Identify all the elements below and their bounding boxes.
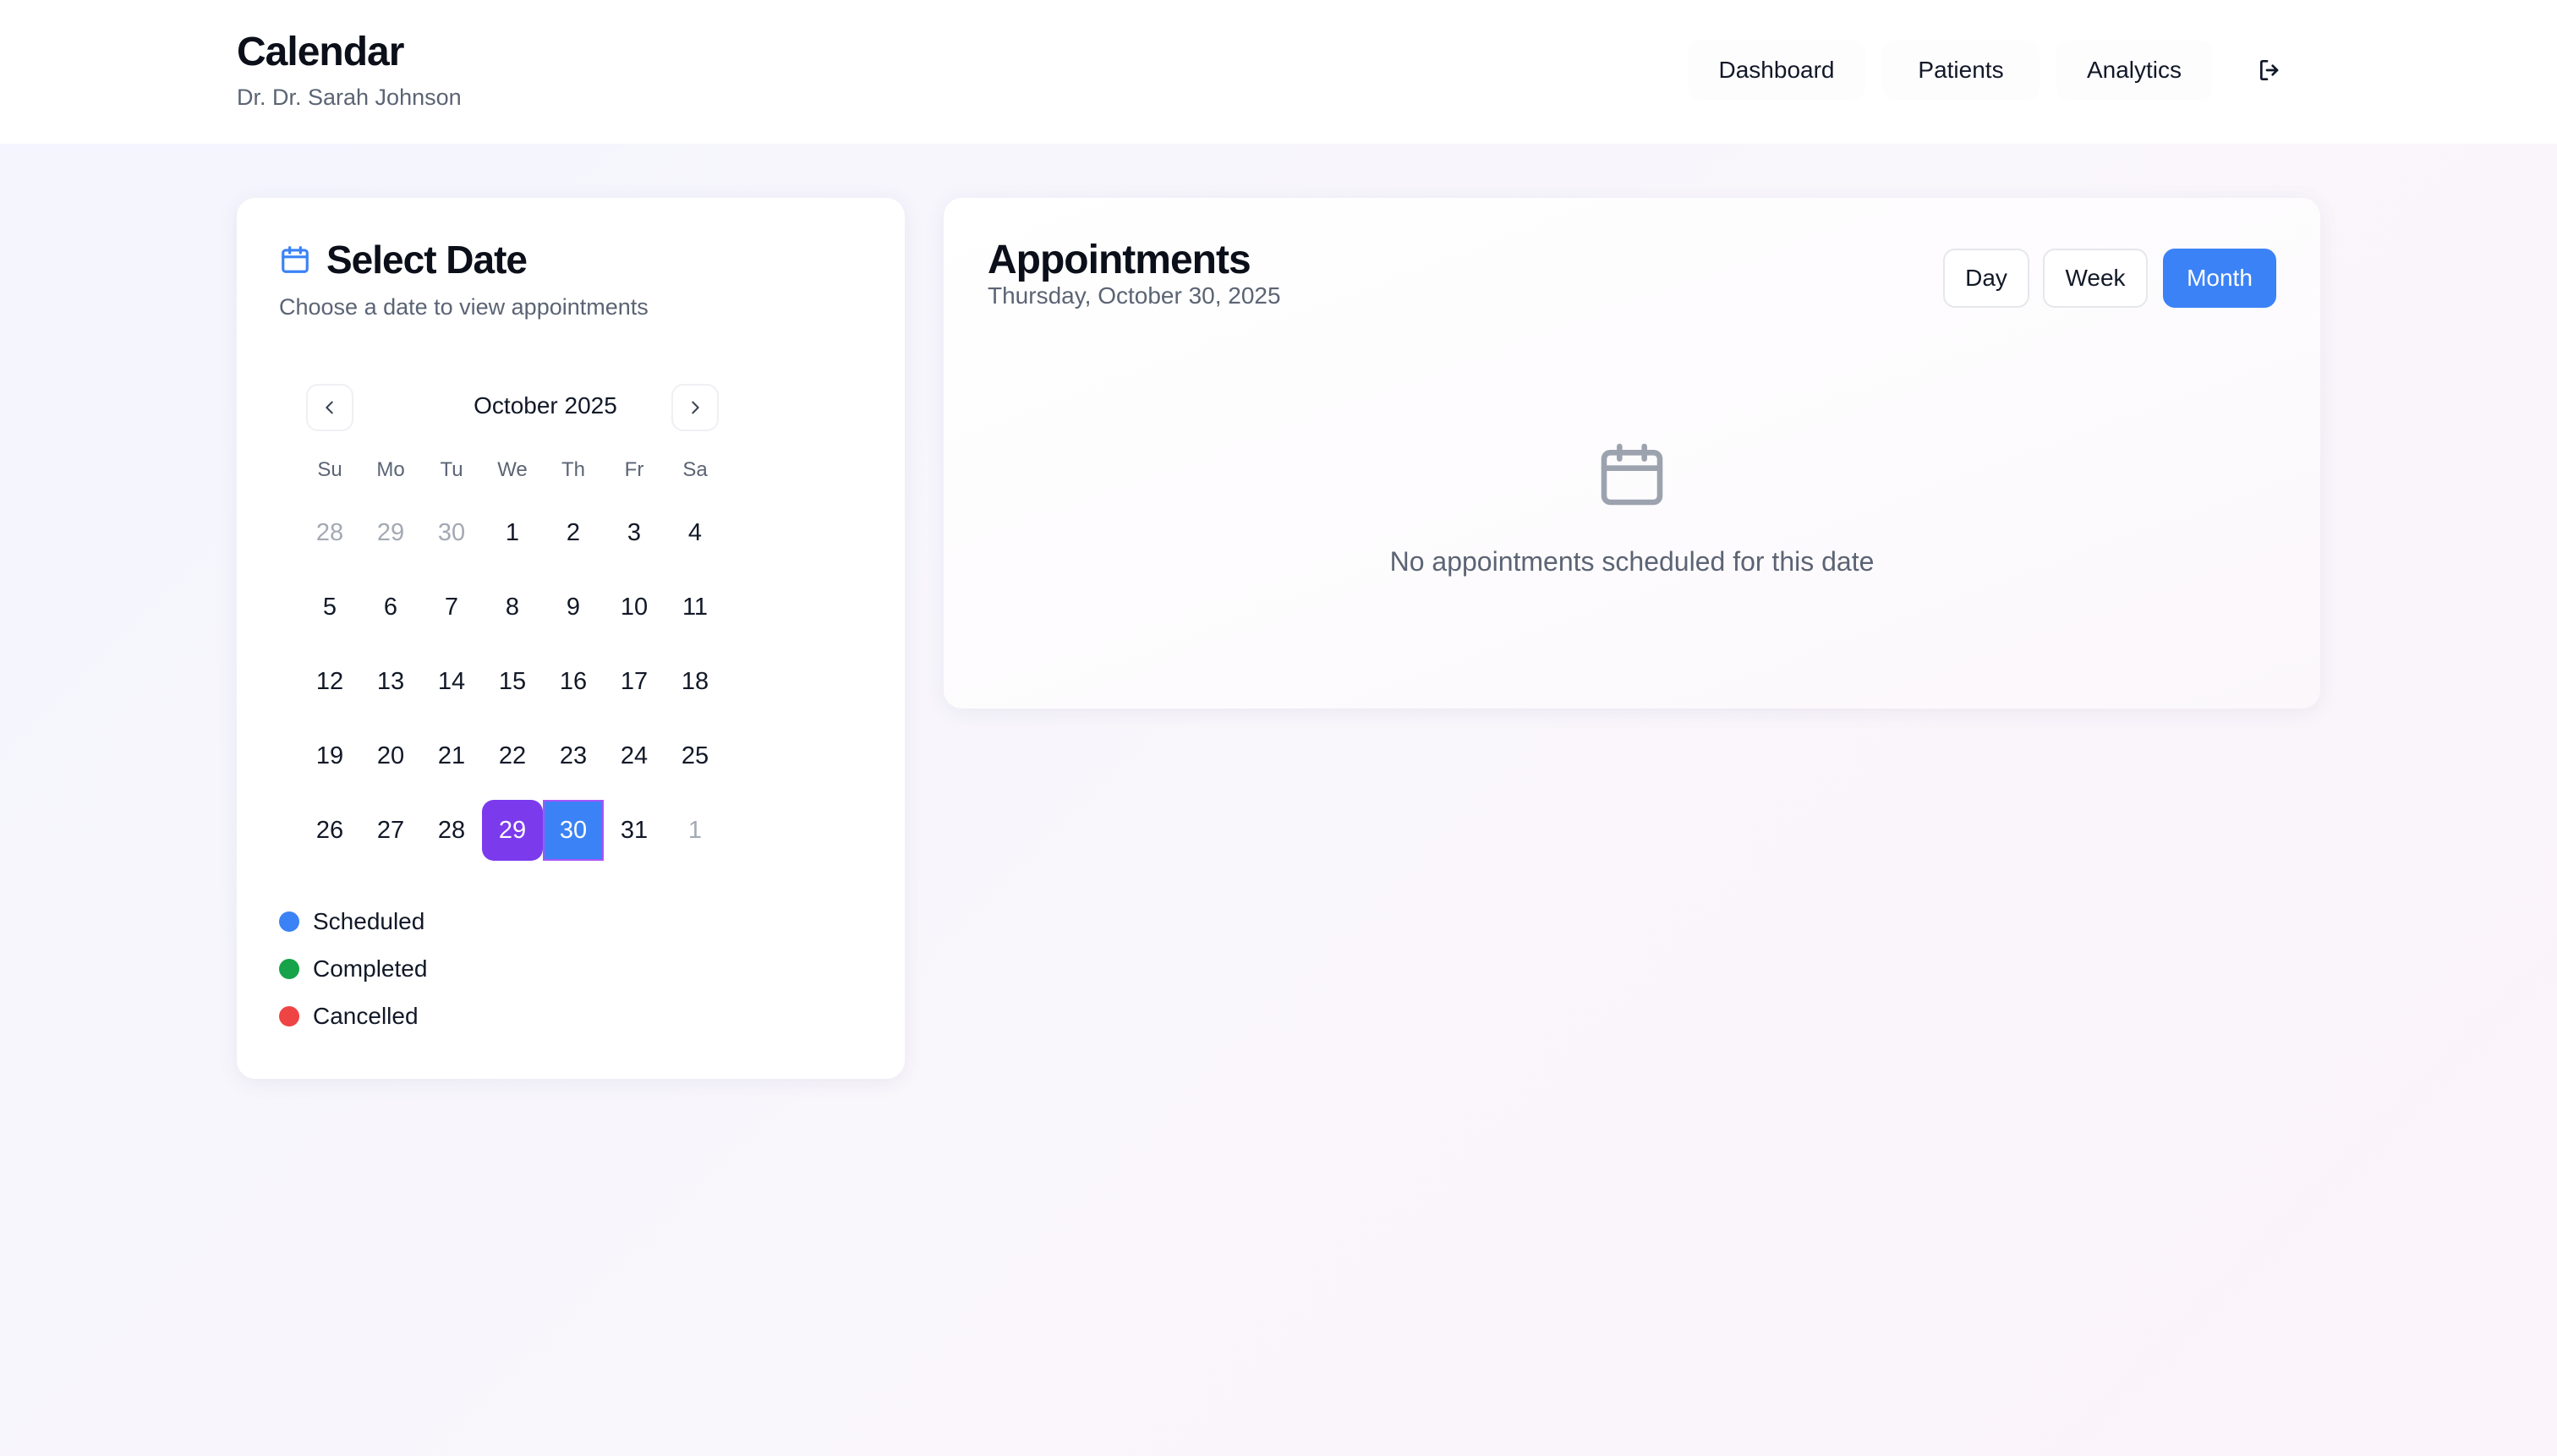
- calendar-day[interactable]: 25: [665, 725, 725, 786]
- status-dot: [279, 959, 299, 979]
- select-date-subtitle: Choose a date to view appointments: [279, 294, 649, 320]
- view-month-button[interactable]: Month: [2163, 249, 2276, 308]
- calendar-day[interactable]: 11: [665, 577, 725, 638]
- calendar-day[interactable]: 24: [604, 725, 665, 786]
- calendar-day[interactable]: 30: [543, 800, 604, 861]
- calendar-day[interactable]: 29: [360, 502, 421, 563]
- calendar-day[interactable]: 28: [299, 502, 360, 563]
- page-title: Calendar: [237, 30, 404, 74]
- calendar-day[interactable]: 15: [482, 651, 543, 712]
- select-date-title: Select Date: [326, 238, 528, 282]
- calendar-day[interactable]: 18: [665, 651, 725, 712]
- calendar-day[interactable]: 19: [299, 725, 360, 786]
- appointments-title: Appointments: [988, 238, 1251, 282]
- calendar-day[interactable]: 22: [482, 725, 543, 786]
- calendar-day[interactable]: 14: [421, 651, 482, 712]
- legend-label: Completed: [313, 955, 428, 982]
- month-label: October 2025: [474, 392, 617, 419]
- weekday-label: Su: [317, 458, 342, 481]
- calendar-day[interactable]: 4: [665, 502, 725, 563]
- calendar-icon: [282, 246, 309, 273]
- doctor-name: Dr. Dr. Sarah Johnson: [237, 85, 462, 110]
- calendar-day[interactable]: 1: [482, 502, 543, 563]
- weekday-label: We: [497, 458, 528, 481]
- legend-scheduled: Scheduled: [279, 908, 424, 935]
- legend-cancelled: Cancelled: [279, 1003, 419, 1030]
- chevron-left-icon: [326, 401, 333, 414]
- calendar-day[interactable]: 1: [665, 800, 725, 861]
- calendar-day[interactable]: 10: [604, 577, 665, 638]
- nav-dashboard-button[interactable]: Dashboard: [1688, 41, 1865, 100]
- calendar-day[interactable]: 3: [604, 502, 665, 563]
- calendar-day[interactable]: 13: [360, 651, 421, 712]
- nav-analytics-button[interactable]: Analytics: [2056, 41, 2212, 100]
- prev-month-button[interactable]: [306, 384, 353, 431]
- calendar-day[interactable]: 29: [482, 800, 543, 861]
- calendar-day[interactable]: 26: [299, 800, 360, 861]
- legend-completed: Completed: [279, 955, 427, 983]
- status-dot: [279, 911, 299, 932]
- calendar-day[interactable]: 27: [360, 800, 421, 861]
- calendar-day[interactable]: 9: [543, 577, 604, 638]
- calendar-day[interactable]: 21: [421, 725, 482, 786]
- legend-label: Scheduled: [313, 908, 425, 934]
- weekday-label: Th: [561, 458, 585, 481]
- calendar-day[interactable]: 16: [543, 651, 604, 712]
- logout-button[interactable]: [2249, 49, 2291, 91]
- calendar-day[interactable]: 12: [299, 651, 360, 712]
- logout-icon: [2260, 60, 2279, 80]
- calendar-day[interactable]: 6: [360, 577, 421, 638]
- calendar-day[interactable]: 7: [421, 577, 482, 638]
- calendar-day[interactable]: 5: [299, 577, 360, 638]
- selected-date-label: Thursday, October 30, 2025: [988, 282, 1281, 309]
- calendar-day[interactable]: 2: [543, 502, 604, 563]
- calendar-day[interactable]: 30: [421, 502, 482, 563]
- calendar-day[interactable]: 8: [482, 577, 543, 638]
- calendar-day[interactable]: 28: [421, 800, 482, 861]
- legend-label: Cancelled: [313, 1003, 419, 1029]
- appointments-card: Appointments Thursday, October 30, 2025 …: [944, 198, 2320, 709]
- select-date-card: Select Date Choose a date to view appoin…: [237, 198, 905, 1079]
- view-day-button[interactable]: Day: [1943, 249, 2029, 308]
- view-week-button[interactable]: Week: [2043, 249, 2148, 308]
- weekday-label: Fr: [624, 458, 644, 481]
- next-month-button[interactable]: [671, 384, 719, 431]
- calendar-day[interactable]: 23: [543, 725, 604, 786]
- weekday-label: Tu: [440, 458, 463, 481]
- calendar-icon: [1601, 443, 1663, 506]
- weekday-label: Sa: [682, 458, 708, 481]
- top-header: Calendar Dr. Dr. Sarah Johnson Dashboard…: [0, 0, 2557, 144]
- chevron-right-icon: [692, 401, 699, 414]
- nav-patients-button[interactable]: Patients: [1882, 41, 2040, 100]
- calendar-day[interactable]: 31: [604, 800, 665, 861]
- calendar-day[interactable]: 20: [360, 725, 421, 786]
- empty-state-message: No appointments scheduled for this date: [1389, 546, 1875, 577]
- calendar-day[interactable]: 17: [604, 651, 665, 712]
- weekday-label: Mo: [376, 458, 405, 481]
- status-dot: [279, 1006, 299, 1026]
